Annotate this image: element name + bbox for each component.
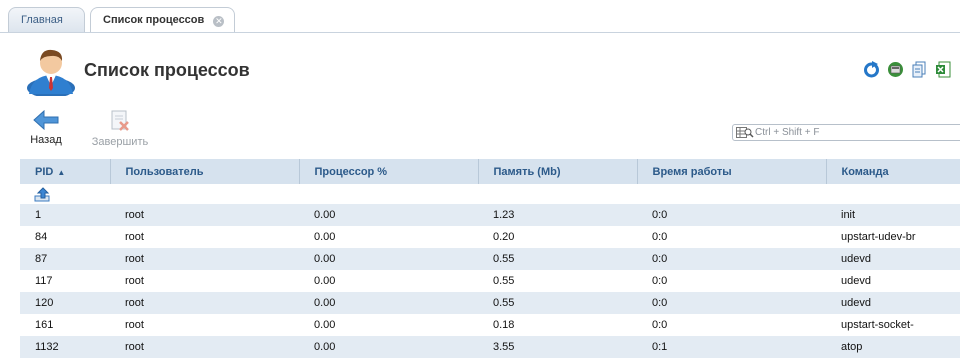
tab-home[interactable]: Главная bbox=[8, 7, 85, 32]
cell-command: init bbox=[826, 204, 960, 226]
cell-uptime: 0:0 bbox=[637, 292, 826, 314]
search-grid-icon bbox=[736, 127, 754, 138]
cell-command: udevd bbox=[826, 248, 960, 270]
cell-cpu: 0.00 bbox=[299, 336, 478, 358]
back-button[interactable]: Назад bbox=[22, 110, 70, 146]
tab-home-label: Главная bbox=[21, 14, 63, 26]
finish-label: Завершить bbox=[91, 136, 149, 148]
table-row[interactable]: 87 root 0.00 0.55 0:0 udevd bbox=[20, 248, 960, 270]
cell-pid: 1 bbox=[20, 204, 110, 226]
cell-uptime: 0:1 bbox=[637, 336, 826, 358]
table-row[interactable]: 84 root 0.00 0.20 0:0 upstart-udev-br bbox=[20, 226, 960, 248]
cell-pid: 120 bbox=[20, 292, 110, 314]
header-actions bbox=[863, 61, 952, 78]
cell-command: upstart-udev-br bbox=[826, 226, 960, 248]
excel-icon[interactable] bbox=[935, 61, 952, 78]
back-label: Назад bbox=[30, 134, 62, 146]
close-icon[interactable]: ✕ bbox=[213, 16, 225, 27]
cell-cpu: 0.00 bbox=[299, 226, 478, 248]
tab-bar: Главная Список процессов ✕ bbox=[0, 0, 960, 33]
user-avatar-icon bbox=[24, 44, 78, 98]
back-arrow-icon bbox=[33, 110, 59, 130]
cell-cpu: 0.00 bbox=[299, 292, 478, 314]
cell-cpu: 0.00 bbox=[299, 270, 478, 292]
process-table: PID ▲ Пользователь Процессор % Память (Mb… bbox=[20, 159, 960, 358]
sort-asc-icon: ▲ bbox=[57, 167, 66, 177]
cell-command: atop bbox=[826, 336, 960, 358]
terminate-process-icon bbox=[111, 110, 129, 131]
column-header-user[interactable]: Пользователь bbox=[109, 159, 299, 184]
cell-memory: 0.55 bbox=[478, 292, 637, 314]
cell-user: root bbox=[110, 248, 299, 270]
search-input[interactable]: Ctrl + Shift + F bbox=[732, 124, 960, 141]
cell-memory: 0.55 bbox=[478, 248, 637, 270]
column-header-command[interactable]: Команда bbox=[825, 159, 960, 184]
cell-user: root bbox=[110, 314, 299, 336]
tab-process-list-label: Список процессов bbox=[103, 14, 205, 26]
table-row[interactable]: 1 root 0.00 1.23 0:0 init bbox=[20, 204, 960, 226]
cell-command: upstart-socket- bbox=[826, 314, 960, 336]
parent-level-row bbox=[20, 184, 960, 204]
column-header-pid[interactable]: PID ▲ bbox=[20, 159, 110, 184]
cell-memory: 3.55 bbox=[478, 336, 637, 358]
cell-pid: 117 bbox=[20, 270, 110, 292]
cell-pid: 161 bbox=[20, 314, 110, 336]
cell-pid: 84 bbox=[20, 226, 110, 248]
cell-user: root bbox=[110, 336, 299, 358]
table-row[interactable]: 161 root 0.00 0.18 0:0 upstart-socket- bbox=[20, 314, 960, 336]
cell-memory: 0.18 bbox=[478, 314, 637, 336]
table-row[interactable]: 120 root 0.00 0.55 0:0 udevd bbox=[20, 292, 960, 314]
table-row[interactable]: 117 root 0.00 0.55 0:0 udevd bbox=[20, 270, 960, 292]
tab-divider bbox=[0, 32, 960, 33]
column-header-cpu[interactable]: Процессор % bbox=[298, 159, 478, 184]
up-level-icon[interactable] bbox=[34, 186, 50, 202]
cell-memory: 0.20 bbox=[478, 226, 637, 248]
cell-uptime: 0:0 bbox=[637, 270, 826, 292]
cell-user: root bbox=[110, 292, 299, 314]
cell-user: root bbox=[110, 226, 299, 248]
cell-uptime: 0:0 bbox=[637, 248, 826, 270]
search-placeholder: Ctrl + Shift + F bbox=[755, 127, 820, 138]
cell-command: udevd bbox=[826, 292, 960, 314]
cell-cpu: 0.00 bbox=[299, 204, 478, 226]
cell-command: udevd bbox=[826, 270, 960, 292]
page-title: Список процессов bbox=[84, 60, 250, 80]
cell-user: root bbox=[110, 204, 299, 226]
cell-user: root bbox=[110, 270, 299, 292]
table-row[interactable]: 1132 root 0.00 3.55 0:1 atop bbox=[20, 336, 960, 358]
cell-uptime: 0:0 bbox=[637, 314, 826, 336]
cell-uptime: 0:0 bbox=[637, 204, 826, 226]
refresh-icon[interactable] bbox=[863, 61, 880, 78]
cell-pid: 87 bbox=[20, 248, 110, 270]
cell-memory: 1.23 bbox=[478, 204, 637, 226]
column-header-uptime[interactable]: Время работы bbox=[636, 159, 826, 184]
server-icon[interactable] bbox=[887, 61, 904, 78]
finish-process-button[interactable]: Завершить bbox=[88, 110, 152, 148]
table-header-row: PID ▲ Пользователь Процессор % Память (Mb… bbox=[20, 159, 960, 184]
cell-memory: 0.55 bbox=[478, 270, 637, 292]
cell-cpu: 0.00 bbox=[299, 314, 478, 336]
cell-pid: 1132 bbox=[20, 336, 110, 358]
column-header-memory[interactable]: Память (Mb) bbox=[477, 159, 637, 184]
cell-cpu: 0.00 bbox=[299, 248, 478, 270]
tab-process-list[interactable]: Список процессов ✕ bbox=[90, 7, 235, 33]
cell-uptime: 0:0 bbox=[637, 226, 826, 248]
copy-icon[interactable] bbox=[911, 61, 928, 78]
